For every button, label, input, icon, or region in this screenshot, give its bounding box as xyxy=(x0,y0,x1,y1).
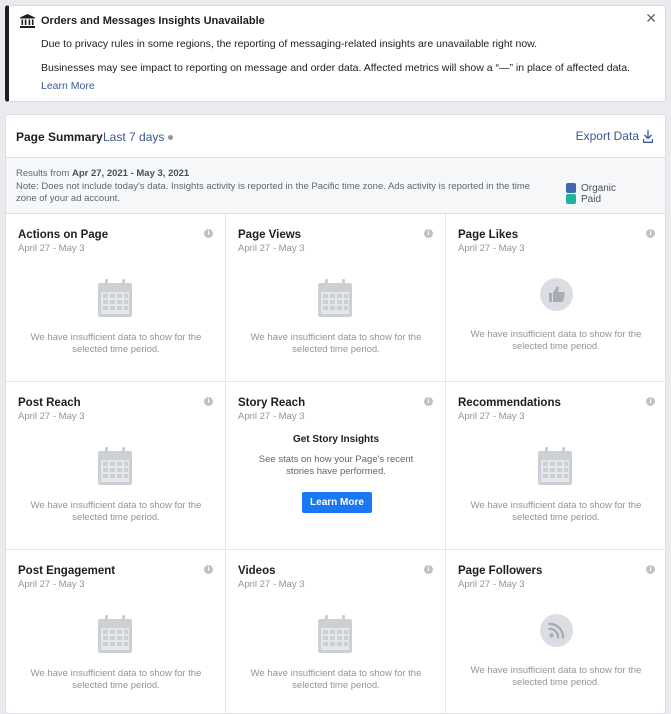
card-date: April 27 - May 3 xyxy=(458,411,525,422)
info-icon[interactable]: i xyxy=(424,229,433,238)
results-range: Results from Apr 27, 2021 - May 3, 2021 xyxy=(16,168,190,179)
banner-learn-more-link[interactable]: Learn More xyxy=(41,80,95,92)
bank-icon xyxy=(20,14,35,28)
card-title: Recommendations xyxy=(458,397,561,409)
info-icon[interactable]: i xyxy=(646,397,655,406)
card-date: April 27 - May 3 xyxy=(18,579,85,590)
privacy-banner: Orders and Messages Insights Unavailable… xyxy=(5,5,666,102)
info-icon[interactable]: i xyxy=(646,229,655,238)
card-actions-on-page[interactable]: Actions on Page April 27 - May 3 i We ha… xyxy=(6,214,226,382)
rss-icon xyxy=(540,614,573,647)
results-note: Note: Does not include today's data. Ins… xyxy=(16,181,531,204)
card-recommendations[interactable]: Recommendations April 27 - May 3 i We ha… xyxy=(446,382,665,550)
card-date: April 27 - May 3 xyxy=(18,411,85,422)
legend-swatch-organic xyxy=(566,183,576,194)
thumbs-up-icon xyxy=(540,278,573,311)
card-title: Post Reach xyxy=(18,397,81,409)
info-icon[interactable]: i xyxy=(646,565,655,574)
insufficient-data-message: We have insufficient data to show for th… xyxy=(470,665,642,688)
card-title: Actions on Page xyxy=(18,229,109,241)
date-range-label: Last 7 days xyxy=(103,130,165,144)
date-range-dropdown[interactable]: Last 7 days xyxy=(103,130,174,144)
info-icon[interactable]: i xyxy=(424,397,433,406)
card-date: April 27 - May 3 xyxy=(238,579,305,590)
info-icon[interactable]: i xyxy=(204,565,213,574)
banner-title: Orders and Messages Insights Unavailable xyxy=(41,15,265,27)
calendar-icon xyxy=(318,615,352,653)
card-title: Videos xyxy=(238,565,276,577)
legend: Organic Paid xyxy=(566,183,665,205)
card-post-reach[interactable]: Post Reach April 27 - May 3 i We have in… xyxy=(6,382,226,550)
card-videos[interactable]: Videos April 27 - May 3 i We have insuff… xyxy=(226,550,446,713)
card-title: Page Views xyxy=(238,229,302,241)
legend-swatch-paid xyxy=(566,194,576,205)
card-date: April 27 - May 3 xyxy=(458,579,525,590)
card-date: April 27 - May 3 xyxy=(238,411,305,422)
card-date: April 27 - May 3 xyxy=(458,243,525,254)
card-title: Page Likes xyxy=(458,229,519,241)
insufficient-data-message: We have insufficient data to show for th… xyxy=(250,332,422,355)
card-page-likes[interactable]: Page Likes April 27 - May 3 i We have in… xyxy=(446,214,665,382)
legend-paid: Paid xyxy=(566,194,601,205)
card-title: Post Engagement xyxy=(18,565,116,577)
calendar-icon xyxy=(98,615,132,653)
dropdown-dot-icon xyxy=(168,135,174,141)
calendar-icon xyxy=(98,279,132,317)
card-title: Page Followers xyxy=(458,565,543,577)
card-story-reach[interactable]: Story Reach April 27 - May 3 i Get Story… xyxy=(226,382,446,550)
legend-organic: Organic xyxy=(566,183,616,194)
story-learn-more-button[interactable]: Learn More xyxy=(302,492,372,513)
info-icon[interactable]: i xyxy=(204,229,213,238)
insufficient-data-message: We have insufficient data to show for th… xyxy=(470,329,642,352)
close-icon[interactable]: ✕ xyxy=(645,11,657,25)
card-page-views[interactable]: Page Views April 27 - May 3 i We have in… xyxy=(226,214,446,382)
card-page-followers[interactable]: Page Followers April 27 - May 3 i We hav… xyxy=(446,550,665,713)
calendar-icon xyxy=(98,447,132,485)
info-icon[interactable]: i xyxy=(204,397,213,406)
insufficient-data-message: We have insufficient data to show for th… xyxy=(250,668,422,691)
banner-text-impact: Businesses may see impact to reporting o… xyxy=(41,62,631,74)
summary-header: Page Summary Last 7 days Export Data xyxy=(6,115,665,158)
info-icon[interactable]: i xyxy=(424,565,433,574)
page-summary-panel: Page Summary Last 7 days Export Data Res… xyxy=(5,114,666,714)
story-insights-title: Get Story Insights xyxy=(292,434,380,445)
download-icon xyxy=(642,130,654,144)
card-date: April 27 - May 3 xyxy=(238,243,305,254)
insufficient-data-message: We have insufficient data to show for th… xyxy=(30,500,202,523)
export-data-label: Export Data xyxy=(575,129,639,143)
banner-text-privacy: Due to privacy rules in some regions, th… xyxy=(41,38,538,50)
calendar-icon xyxy=(538,447,572,485)
story-insights-text: See stats on how your Page's recent stor… xyxy=(258,454,414,477)
card-post-engagement[interactable]: Post Engagement April 27 - May 3 i We ha… xyxy=(6,550,226,713)
export-data-button[interactable]: Export Data xyxy=(575,129,654,144)
card-date: April 27 - May 3 xyxy=(18,243,85,254)
insufficient-data-message: We have insufficient data to show for th… xyxy=(30,668,202,691)
insufficient-data-message: We have insufficient data to show for th… xyxy=(470,500,642,523)
insufficient-data-message: We have insufficient data to show for th… xyxy=(30,332,202,355)
card-title: Story Reach xyxy=(238,397,306,409)
calendar-icon xyxy=(318,279,352,317)
summary-title: Page Summary xyxy=(16,130,103,144)
